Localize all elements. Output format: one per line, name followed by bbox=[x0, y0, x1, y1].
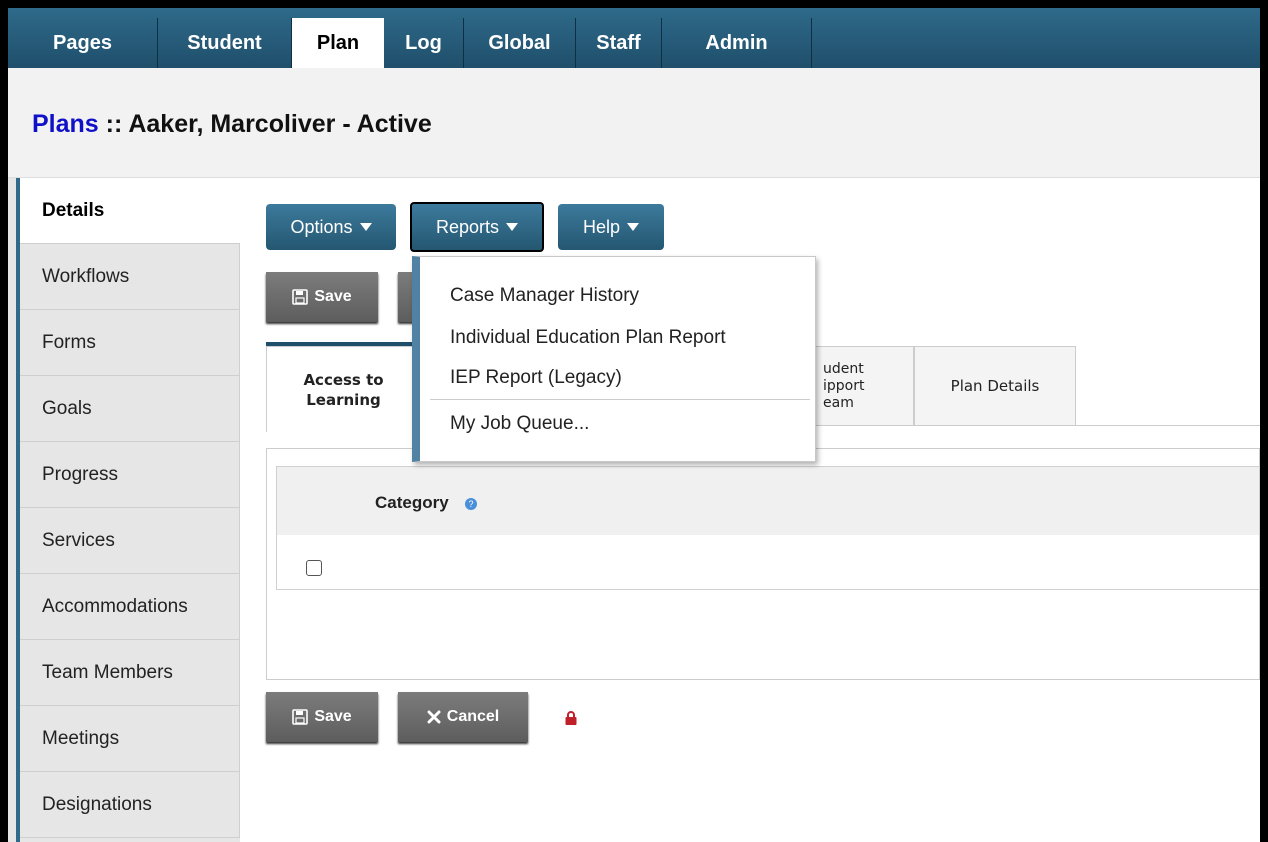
breadcrumb-separator: :: bbox=[98, 110, 129, 138]
side-item-details[interactable]: Details bbox=[20, 178, 240, 244]
menu-item-iep-report-legacy[interactable]: IEP Report (Legacy) bbox=[450, 367, 622, 389]
nav-tab-admin[interactable]: Admin bbox=[662, 18, 812, 68]
tab-sst-line3: eam bbox=[823, 394, 854, 411]
tab-baseline bbox=[1076, 425, 1260, 426]
reports-button[interactable]: Reports bbox=[410, 202, 544, 252]
menu-item-iep-report[interactable]: Individual Education Plan Report bbox=[450, 327, 726, 349]
menu-item-my-job-queue[interactable]: My Job Queue... bbox=[450, 413, 589, 435]
tab-access-to-learning[interactable]: Access to Learning bbox=[266, 346, 421, 432]
side-item-designations[interactable]: Designations bbox=[20, 772, 240, 838]
tab-sst-line1: udent bbox=[823, 360, 864, 377]
category-table: Category ? bbox=[276, 466, 1260, 590]
row-checkbox[interactable] bbox=[306, 560, 322, 576]
side-item-services[interactable]: Services bbox=[20, 508, 240, 574]
nav-tab-global[interactable]: Global bbox=[464, 18, 576, 68]
nav-tab-log[interactable]: Log bbox=[384, 18, 464, 68]
menu-divider bbox=[430, 399, 810, 400]
help-label: Help bbox=[582, 216, 621, 237]
record-title: Aaker, Marcoliver - Active bbox=[128, 110, 432, 138]
category-column-header[interactable]: Category bbox=[375, 493, 449, 513]
cancel-button[interactable]: Cancel bbox=[398, 692, 528, 742]
lock-icon bbox=[565, 711, 577, 725]
caret-down-icon bbox=[506, 223, 519, 231]
options-label: Options bbox=[290, 216, 353, 237]
side-item-forms[interactable]: Forms bbox=[20, 310, 240, 376]
side-item-progress[interactable]: Progress bbox=[20, 442, 240, 508]
save-label: Save bbox=[314, 708, 352, 725]
tab-access-line2: Learning bbox=[306, 390, 381, 409]
tab-student-support-team[interactable]: udent ipport eam bbox=[808, 346, 914, 426]
side-nav: Details Workflows Forms Goals Progress S… bbox=[8, 178, 240, 842]
page-header: Plans :: Aaker, Marcoliver - Active bbox=[8, 68, 1260, 178]
tab-plan-details[interactable]: Plan Details bbox=[914, 346, 1076, 426]
reports-label: Reports bbox=[435, 216, 500, 237]
table-header: Category ? bbox=[277, 467, 1259, 535]
nav-tab-student[interactable]: Student bbox=[158, 18, 292, 68]
top-nav: Pages Student Plan Log Global Staff Admi… bbox=[8, 8, 1260, 68]
side-item-meetings[interactable]: Meetings bbox=[20, 706, 240, 772]
breadcrumb-plans[interactable]: Plans bbox=[32, 110, 99, 138]
cancel-label: Cancel bbox=[446, 708, 500, 725]
floppy-disk-icon bbox=[292, 289, 309, 305]
save-button[interactable]: Save bbox=[266, 692, 378, 742]
save-button-top[interactable]: Save bbox=[266, 272, 378, 322]
side-item-accommodations[interactable]: Accommodations bbox=[20, 574, 240, 640]
close-icon bbox=[427, 710, 441, 724]
caret-down-icon bbox=[627, 223, 640, 231]
side-item-workflows[interactable]: Workflows bbox=[20, 244, 240, 310]
page-title: Plans :: Aaker, Marcoliver - Active bbox=[32, 110, 432, 139]
tab-sst-line2: ipport bbox=[823, 377, 865, 394]
nav-tab-plan[interactable]: Plan bbox=[292, 18, 384, 68]
menu-item-case-manager-history[interactable]: Case Manager History bbox=[450, 285, 639, 307]
help-button[interactable]: Help bbox=[558, 204, 664, 250]
nav-tab-staff[interactable]: Staff bbox=[576, 18, 662, 68]
floppy-disk-icon bbox=[292, 709, 309, 725]
save-label: Save bbox=[314, 288, 352, 305]
side-item-team-members[interactable]: Team Members bbox=[20, 640, 240, 706]
app-frame: Pages Student Plan Log Global Staff Admi… bbox=[8, 8, 1260, 842]
reports-dropdown-menu: Case Manager History Individual Educatio… bbox=[412, 256, 816, 462]
tab-access-line1: Access to bbox=[303, 370, 384, 389]
caret-down-icon bbox=[359, 223, 372, 231]
help-info-icon[interactable]: ? bbox=[465, 498, 477, 510]
options-button[interactable]: Options bbox=[266, 204, 396, 250]
nav-tab-pages[interactable]: Pages bbox=[8, 18, 158, 68]
side-item-goals[interactable]: Goals bbox=[20, 376, 240, 442]
